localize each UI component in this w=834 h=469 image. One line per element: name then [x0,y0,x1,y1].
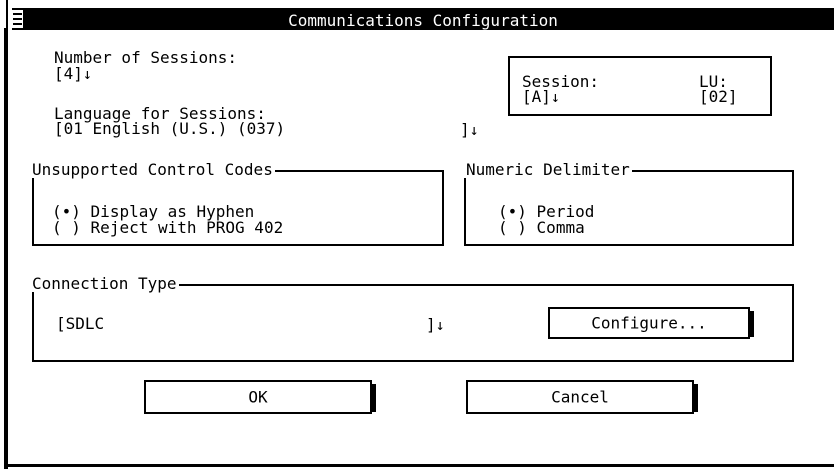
sessions-dropdown[interactable]: [4]↓ [54,66,92,82]
cancel-button[interactable]: Cancel [466,380,698,414]
title-bar[interactable]: Communications Configuration [12,8,834,30]
language-dropdown-arrow[interactable]: ]↓ [460,122,479,138]
dropdown-arrow-icon[interactable]: ↓ [551,88,560,106]
radio-comma[interactable]: ( ) Comma [498,220,585,236]
ok-button[interactable]: OK [144,380,376,414]
configure-button-label: Configure... [591,313,707,333]
configure-button[interactable]: Configure... [548,307,754,339]
ok-button-label: OK [248,387,268,407]
window-left-border-inner [4,28,6,469]
connection-type-dropdown-arrow[interactable]: ]↓ [426,317,445,333]
radio-label: Comma [536,218,585,237]
session-value: [A] [522,87,551,106]
connection-dropdown-close: ] [426,315,436,334]
cancel-button-label: Cancel [551,387,609,407]
radio-reject-prog[interactable]: ( ) Reject with PROG 402 [52,220,283,236]
dropdown-arrow-icon[interactable]: ↓ [436,316,445,334]
dropdown-arrow-icon[interactable]: ↓ [470,121,479,139]
dropdown-arrow-icon[interactable]: ↓ [83,65,92,83]
sessions-value: [4] [54,64,83,83]
session-dropdown[interactable]: [A]↓ [522,89,560,105]
language-dropdown-close: ] [460,120,470,139]
window-bottom-border [8,464,834,467]
connection-type-dropdown-value[interactable]: [SDLC [56,316,104,332]
window-title: Communications Configuration [288,11,558,30]
radio-marker[interactable]: ( ) [498,218,527,237]
radio-marker[interactable]: ( ) [52,218,81,237]
radio-label: Reject with PROG 402 [90,218,284,237]
connection-type-group-label: Connection Type [30,274,179,293]
numeric-delimiter-group-label: Numeric Delimiter [464,160,632,179]
lu-value: [02] [699,87,738,106]
language-dropdown-value[interactable]: [01 English (U.S.) (037) [54,121,285,137]
control-codes-group-label: Unsupported Control Codes [30,160,275,179]
